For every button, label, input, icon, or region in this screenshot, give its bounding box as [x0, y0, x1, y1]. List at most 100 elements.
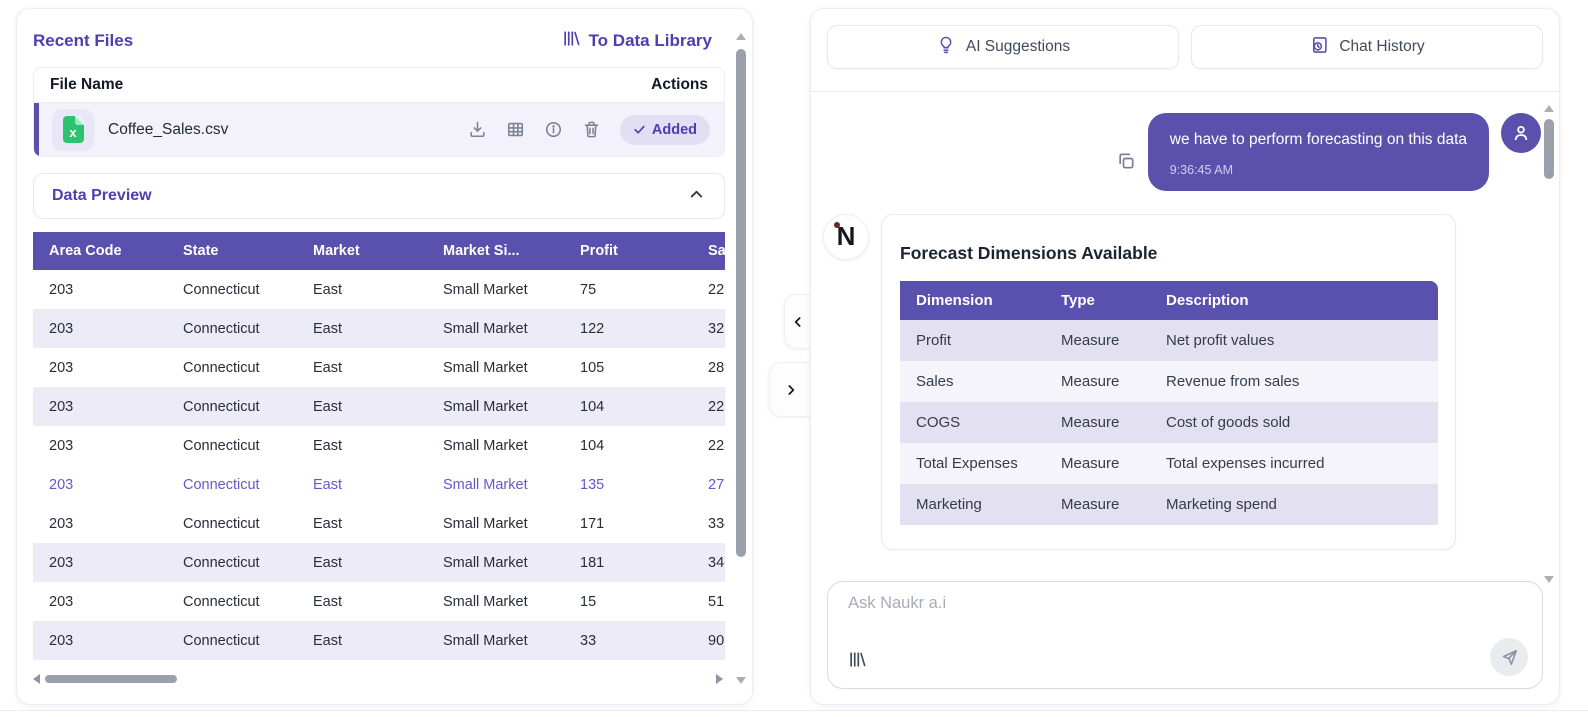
preview-row[interactable]: 203ConnecticutEastSmall Market135275	[33, 465, 725, 504]
cell: 105	[564, 348, 692, 387]
cell: East	[297, 465, 427, 504]
vertical-scroll-thumb[interactable]	[736, 49, 746, 557]
horizontal-scroll-thumb[interactable]	[45, 675, 177, 683]
preview-row[interactable]: 203ConnecticutEastSmall Market1551	[33, 582, 725, 621]
cell: Connecticut	[167, 426, 297, 465]
forecast-row: Total ExpensesMeasureTotal expenses incu…	[900, 443, 1438, 484]
cell: 225	[692, 270, 725, 309]
cell: Total expenses incurred	[1150, 443, 1438, 484]
cell: 223	[692, 426, 725, 465]
cell: Small Market	[427, 387, 564, 426]
excel-file-icon: x	[63, 116, 84, 143]
preview-row[interactable]: 203ConnecticutEastSmall Market105289	[33, 348, 725, 387]
copy-icon	[1116, 151, 1136, 171]
preview-column-header: Market Si...	[427, 232, 564, 270]
preview-row[interactable]: 203ConnecticutEastSmall Market75225	[33, 270, 725, 309]
cell: Small Market	[427, 270, 564, 309]
app-root: Recent Files To Data Library File Name A…	[0, 0, 1588, 717]
scroll-right-arrow[interactable]	[716, 674, 723, 684]
copy-message-button[interactable]	[1116, 151, 1136, 174]
chevron-right-icon	[783, 382, 799, 398]
cell: Sales	[900, 361, 1045, 402]
scroll-down-arrow[interactable]	[736, 677, 746, 684]
preview-column-header: State	[167, 232, 297, 270]
data-preview-toggle[interactable]: Data Preview	[33, 173, 725, 219]
cell: Marketing spend	[1150, 484, 1438, 525]
cell: Connecticut	[167, 348, 297, 387]
lightbulb-icon	[936, 35, 956, 60]
preview-row[interactable]: 203ConnecticutEastSmall Market181346	[33, 543, 725, 582]
cell: Marketing	[900, 484, 1045, 525]
forecast-row: ProfitMeasureNet profit values	[900, 320, 1438, 361]
cell: 203	[33, 387, 167, 426]
added-label: Added	[652, 122, 697, 138]
cell: Small Market	[427, 465, 564, 504]
file-actions: Added	[468, 115, 710, 145]
cell: 223	[692, 387, 725, 426]
assistant-message-card: Forecast Dimensions Available DimensionT…	[881, 214, 1456, 550]
preview-row[interactable]: 203ConnecticutEastSmall Market104223	[33, 426, 725, 465]
preview-column-header: Profit	[564, 232, 692, 270]
cell: 75	[564, 270, 692, 309]
file-table-header: File Name Actions	[34, 68, 724, 103]
cell: Measure	[1045, 443, 1150, 484]
cell: Connecticut	[167, 387, 297, 426]
chat-scroll-up-arrow[interactable]	[1544, 105, 1554, 112]
cell: 33	[564, 621, 692, 660]
to-data-library-button[interactable]: To Data Library	[562, 29, 712, 53]
cell: Small Market	[427, 426, 564, 465]
cell: 51	[692, 582, 725, 621]
forecast-column-header: Dimension	[900, 281, 1045, 320]
forecast-column-header: Description	[1150, 281, 1438, 320]
preview-row[interactable]: 203ConnecticutEastSmall Market104223	[33, 387, 725, 426]
file-name: Coffee_Sales.csv	[108, 121, 228, 139]
cell: East	[297, 582, 427, 621]
chat-scroll-thumb[interactable]	[1544, 119, 1554, 179]
forecast-row: COGSMeasureCost of goods sold	[900, 402, 1438, 443]
collapse-panel-left-button[interactable]	[784, 294, 811, 349]
preview-row[interactable]: 203ConnecticutEastSmall Market3390	[33, 621, 725, 660]
chevron-left-icon	[790, 314, 806, 330]
user-message-text: we have to perform forecasting on this d…	[1170, 130, 1467, 151]
cell: Measure	[1045, 320, 1150, 361]
cell: 203	[33, 270, 167, 309]
file-table: File Name Actions x Coffee_Sales.csv	[33, 67, 725, 157]
cell: 203	[33, 309, 167, 348]
recent-files-header: Recent Files To Data Library	[33, 29, 712, 53]
chat-input[interactable]	[848, 594, 1482, 638]
cell: 346	[692, 543, 725, 582]
horizontal-scrollbar	[33, 673, 725, 685]
delete-button[interactable]	[582, 120, 601, 139]
download-button[interactable]	[468, 120, 487, 139]
view-table-button[interactable]	[506, 120, 525, 139]
cell: 181	[564, 543, 692, 582]
scroll-left-arrow[interactable]	[33, 674, 40, 684]
cell: East	[297, 270, 427, 309]
preview-row[interactable]: 203ConnecticutEastSmall Market122325	[33, 309, 725, 348]
chat-panel: AI Suggestions Chat History	[810, 8, 1560, 705]
forecast-row: SalesMeasureRevenue from sales	[900, 361, 1438, 402]
cell: Measure	[1045, 361, 1150, 402]
cell: East	[297, 309, 427, 348]
file-name-column-header: File Name	[50, 76, 123, 94]
chat-scroll-down-arrow[interactable]	[1544, 576, 1554, 583]
info-button[interactable]	[544, 120, 563, 139]
ai-suggestions-button[interactable]: AI Suggestions	[827, 25, 1179, 69]
cell: Small Market	[427, 582, 564, 621]
cell: Connecticut	[167, 309, 297, 348]
forecast-row: MarketingMeasureMarketing spend	[900, 484, 1438, 525]
chat-history-button[interactable]: Chat History	[1191, 25, 1543, 69]
expand-panel-right-button[interactable]	[769, 362, 811, 417]
cell: 289	[692, 348, 725, 387]
assistant-logo-dot	[834, 222, 840, 228]
preview-row[interactable]: 203ConnecticutEastSmall Market171334	[33, 504, 725, 543]
send-button[interactable]	[1490, 638, 1528, 676]
cell: COGS	[900, 402, 1045, 443]
file-row[interactable]: x Coffee_Sales.csv	[34, 103, 724, 156]
cell: 334	[692, 504, 725, 543]
preview-column-header: Sales	[692, 232, 725, 270]
composer-library-button[interactable]	[848, 650, 867, 672]
cell: 104	[564, 387, 692, 426]
scroll-up-arrow[interactable]	[736, 33, 746, 40]
chat-history-label: Chat History	[1339, 38, 1424, 56]
